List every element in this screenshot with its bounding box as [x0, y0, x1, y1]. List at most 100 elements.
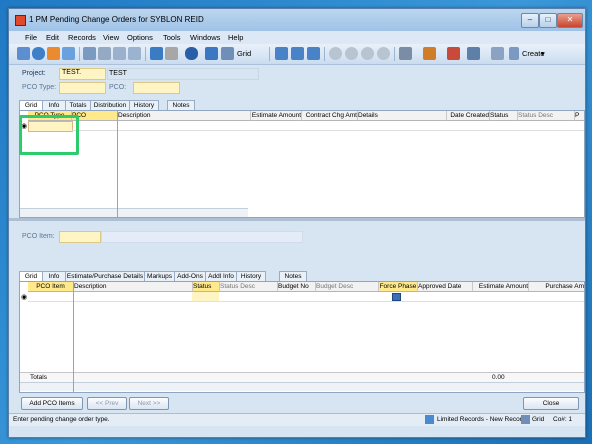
link-icon[interactable] [399, 47, 412, 60]
split-view-icon[interactable] [291, 47, 304, 60]
tab-markups[interactable]: Markups [144, 271, 175, 281]
save-icon[interactable] [83, 47, 96, 60]
undo-icon[interactable] [113, 47, 126, 60]
col-purchase-amount[interactable]: Purchase Am [529, 282, 584, 292]
cut-icon[interactable] [98, 47, 111, 60]
toolbar-separator [394, 47, 395, 61]
col-item-estimate-amount[interactable]: Estimate Amount [473, 282, 529, 292]
tab-item-notes[interactable]: Notes [279, 271, 307, 281]
close-button[interactable]: Close [523, 397, 579, 410]
company-number: Co#: 1 [553, 416, 573, 423]
chevron-down-icon[interactable]: ▾ [541, 49, 545, 58]
col-approved-date[interactable]: Approved Date [418, 282, 473, 292]
tile-view-icon[interactable] [307, 47, 320, 60]
col-item-description[interactable]: Description [74, 282, 193, 292]
abc-icon[interactable] [205, 47, 218, 60]
tab-distribution[interactable]: Distribution [90, 100, 130, 110]
people-icon[interactable] [423, 47, 436, 60]
folder-icon[interactable] [17, 47, 30, 60]
first-record-icon[interactable] [329, 47, 342, 60]
maximize-button[interactable]: □ [539, 13, 557, 28]
col-p[interactable]: P [575, 111, 584, 121]
minimize-button[interactable]: – [521, 13, 539, 28]
records-status: Limited Records - New Record [437, 416, 526, 423]
force-phase-checkbox[interactable] [392, 293, 401, 301]
pen-icon[interactable] [467, 47, 480, 60]
tab-item-history[interactable]: History [236, 271, 266, 281]
pco-field[interactable] [133, 82, 180, 94]
tab-item-info[interactable]: Info [42, 271, 66, 281]
close-window-button[interactable]: ✕ [557, 13, 583, 28]
splitter-bar[interactable] [9, 218, 585, 221]
pco-type-header-field[interactable] [59, 82, 106, 94]
create-icon[interactable] [509, 47, 519, 60]
pco-item-cell[interactable] [28, 292, 73, 302]
prev-button[interactable]: << Prev [87, 397, 127, 410]
menu-tools[interactable]: Tools [163, 33, 181, 42]
table-row[interactable] [74, 292, 584, 302]
menu-help[interactable]: Help [228, 33, 243, 42]
new-record-icon[interactable] [47, 47, 60, 60]
bottom-tab-strip: Grid Info Estimate/Purchase Details Mark… [19, 271, 585, 282]
tab-history[interactable]: History [129, 100, 159, 110]
col-status[interactable]: Status [490, 111, 518, 121]
menu-options[interactable]: Options [127, 33, 153, 42]
refresh-icon[interactable] [128, 47, 141, 60]
pco-item-label: PCO Item: [22, 233, 55, 240]
item-left-scrollbar[interactable] [20, 382, 73, 391]
tab-totals[interactable]: Totals [65, 100, 91, 110]
tab-addl-info[interactable]: Addl Info [205, 271, 237, 281]
col-description[interactable]: Description [118, 111, 251, 121]
totals-label: Totals [30, 374, 47, 381]
pco-detail-grid: Description Estimate Amount Contract Chg… [117, 110, 585, 218]
edit-notes-icon[interactable] [447, 47, 460, 60]
col-item-status[interactable]: Status [193, 282, 220, 292]
spellcheck-icon[interactable] [185, 47, 198, 60]
col-budget-no[interactable]: Budget No [278, 282, 316, 292]
window-title: 1 PM Pending Change Orders for SYBLON RE… [29, 15, 204, 24]
tab-notes[interactable]: Notes [167, 100, 195, 110]
tab-add-ons[interactable]: Add-Ons [174, 271, 206, 281]
toolbar-separator [79, 47, 80, 61]
project-field[interactable]: TEST. [59, 68, 106, 80]
col-contract-chg-amt[interactable]: Contract Chg Amt [302, 111, 358, 121]
menu-edit[interactable]: Edit [46, 33, 59, 42]
col-date-created[interactable]: Date Created [447, 111, 490, 121]
item-right-scrollbar[interactable] [74, 382, 584, 391]
col-details[interactable]: Details [358, 111, 447, 121]
next-record-icon[interactable] [361, 47, 374, 60]
menu-view[interactable]: View [103, 33, 119, 42]
last-record-icon[interactable] [377, 47, 390, 60]
calculator-icon[interactable] [150, 47, 163, 60]
grid-view-icon[interactable] [221, 47, 234, 60]
print-icon[interactable] [62, 47, 75, 60]
grid-label[interactable]: Grid [237, 49, 251, 58]
col-status-desc[interactable]: Status Desc [518, 111, 575, 121]
status-cell[interactable] [192, 292, 219, 301]
settings-icon[interactable] [491, 47, 504, 60]
tab-info[interactable]: Info [42, 100, 66, 110]
col-estimate-amount[interactable]: Estimate Amount [251, 111, 302, 121]
table-row[interactable] [118, 121, 584, 131]
menu-file[interactable]: File [25, 33, 37, 42]
totals-row: 0.00 [74, 372, 584, 382]
col-pco-item[interactable]: PCO Item [28, 282, 74, 292]
attach-icon[interactable] [165, 47, 178, 60]
prev-record-icon[interactable] [345, 47, 358, 60]
col-item-status-desc[interactable]: Status Desc [220, 282, 278, 292]
app-window: 1 PM Pending Change Orders for SYBLON RE… [8, 8, 586, 438]
col-budget-desc[interactable]: Budget Desc [316, 282, 379, 292]
menu-records[interactable]: Records [68, 33, 96, 42]
grid-status: Grid [532, 416, 545, 423]
menu-windows[interactable]: Windows [190, 33, 220, 42]
left-grid-scrollbar[interactable] [20, 208, 118, 217]
col-force-phase[interactable]: Force Phase [379, 282, 418, 292]
form-view-icon[interactable] [275, 47, 288, 60]
col-pco[interactable]: PCO [72, 111, 119, 121]
find-icon[interactable] [32, 47, 45, 60]
tab-estimate-purchase[interactable]: Estimate/Purchase Details [65, 271, 145, 281]
next-button[interactable]: Next >> [129, 397, 169, 410]
add-pco-items-button[interactable]: Add PCO Items [21, 397, 83, 410]
pco-item-field[interactable] [59, 231, 101, 243]
right-grid-scrollbar[interactable] [118, 208, 248, 217]
